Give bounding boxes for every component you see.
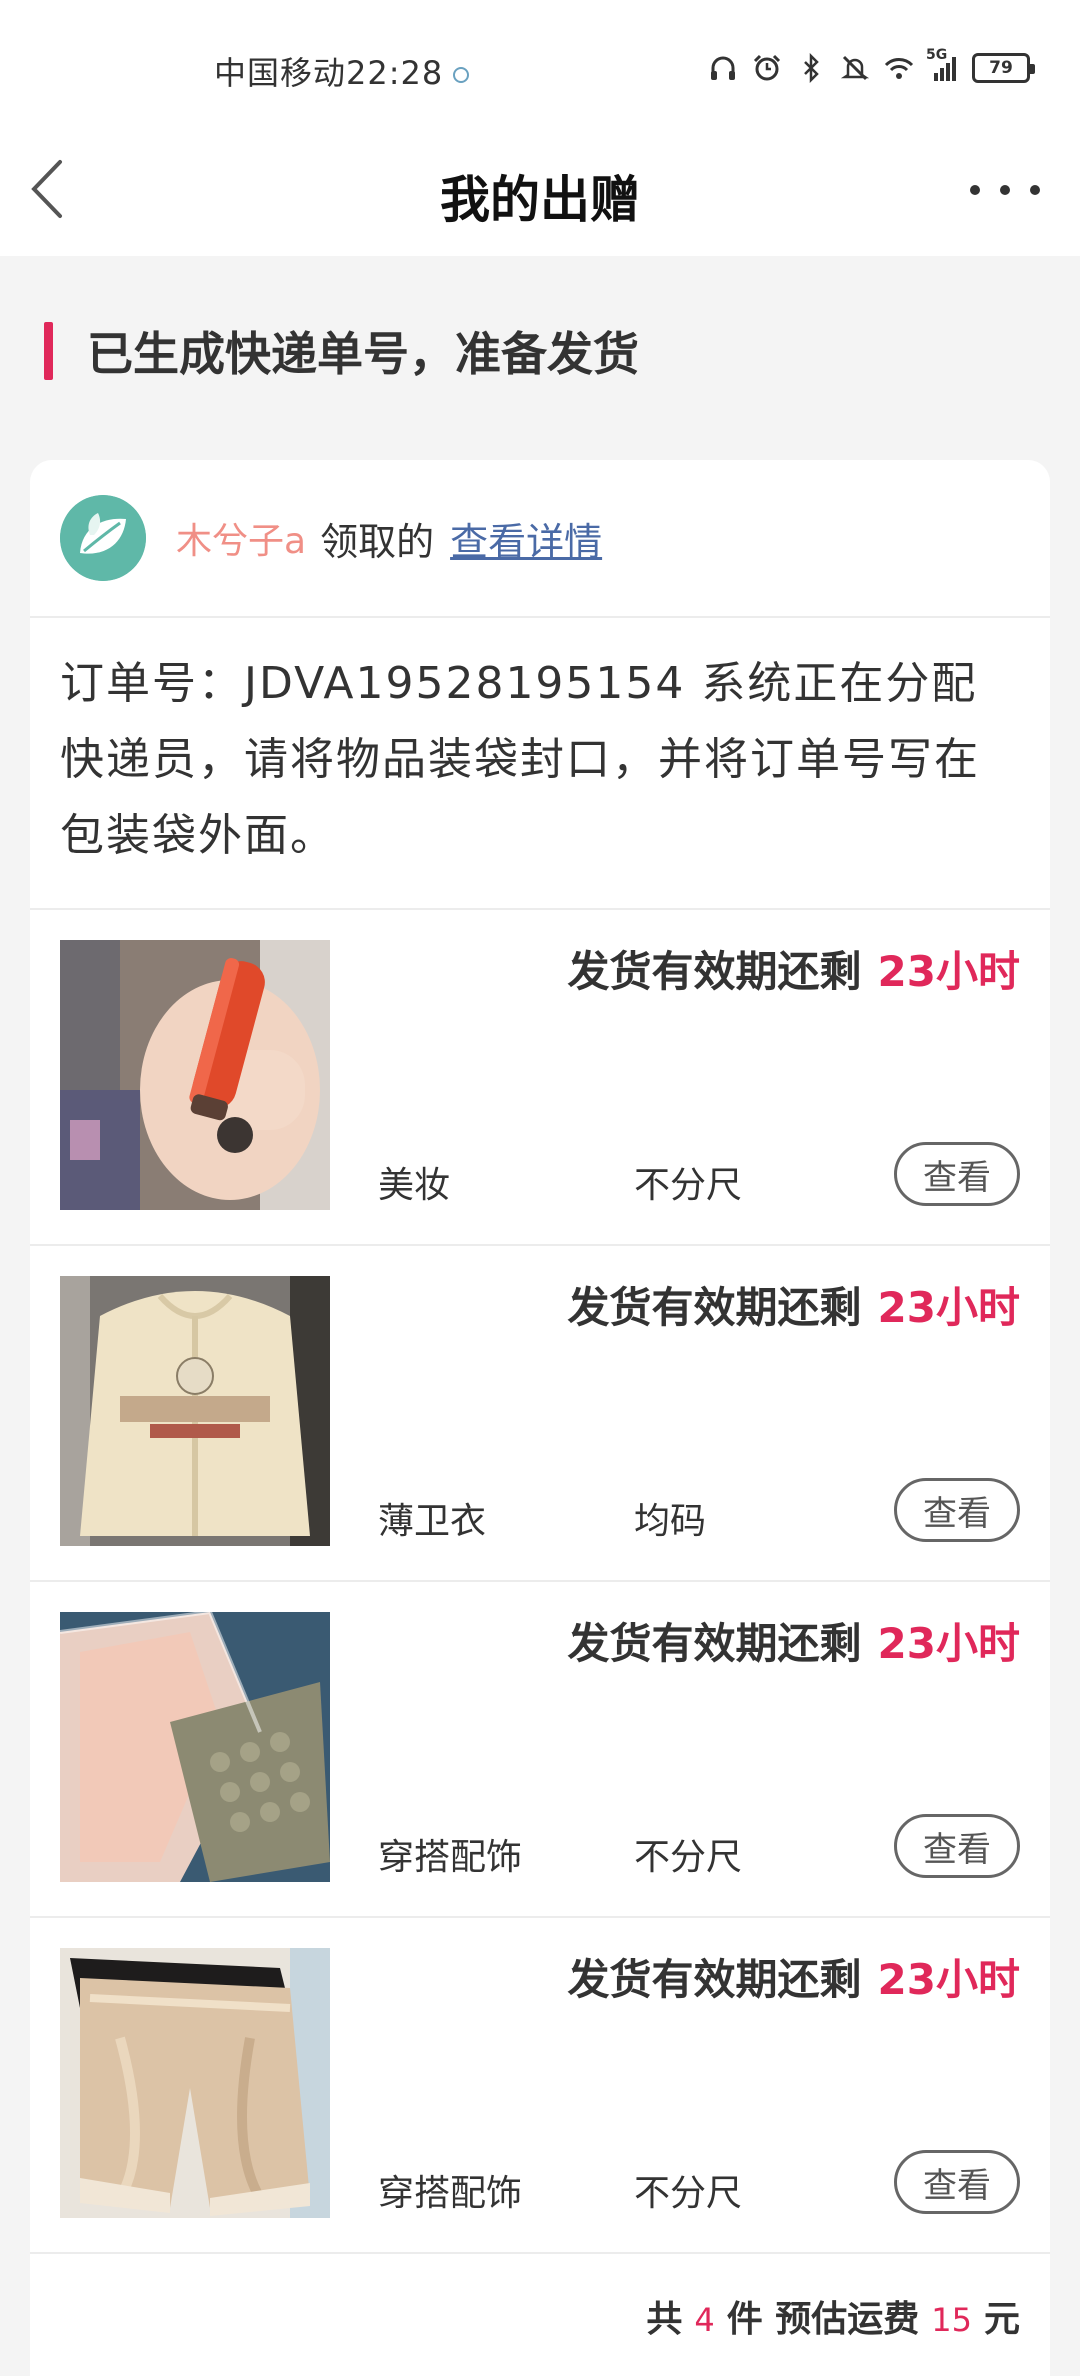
receiver-name[interactable]: 木兮子a <box>176 512 306 564</box>
avatar[interactable] <box>60 495 146 581</box>
list-item: 发货有效期还剩 23小时 穿搭配饰 不分尺 查看 <box>30 1918 1050 2254</box>
section-heading: 已生成快递单号，准备发货 <box>44 320 639 382</box>
wifi-icon <box>884 53 914 83</box>
accessories-photo <box>60 1612 330 1882</box>
item-category: 穿搭配饰 <box>378 2173 523 2214</box>
deadline-label: 发货有效期还剩 <box>567 947 862 996</box>
view-button[interactable]: 查看 <box>894 2150 1020 2214</box>
item-thumbnail[interactable] <box>60 1612 330 1882</box>
battery-icon: 79 <box>972 53 1035 83</box>
carrier-name: 中国移动 <box>214 54 347 92</box>
view-button[interactable]: 查看 <box>894 1478 1020 1542</box>
notification-icon <box>453 67 470 83</box>
leaf-icon <box>60 495 146 581</box>
status-time: 22:28 <box>346 54 444 92</box>
deadline-text: 发货有效期还剩 23小时 <box>568 938 1020 999</box>
hoodie-photo <box>60 1276 330 1546</box>
deadline-value: 23小时 <box>877 1955 1020 2004</box>
deadline-text: 发货有效期还剩 23小时 <box>568 1610 1020 1671</box>
headphones-icon <box>708 53 738 83</box>
bluetooth-icon <box>796 53 826 83</box>
view-details-link[interactable]: 查看详情 <box>450 511 602 566</box>
receiver-row: 木兮子a 领取的 查看详情 <box>30 460 1050 618</box>
summary-currency: 元 <box>983 2299 1020 2340</box>
deadline-value: 23小时 <box>877 1619 1020 1668</box>
network-type: 5G <box>926 47 948 63</box>
carrier-time: 中国移动22:28 <box>214 48 470 94</box>
list-item: 发货有效期还剩 23小时 美妆 不分尺 查看 <box>30 910 1050 1246</box>
order-card: 木兮子a 领取的 查看详情 订单号：JDVA19528195154 系统正在分配… <box>30 460 1050 2376</box>
dot-icon <box>1000 185 1010 195</box>
view-button[interactable]: 查看 <box>894 1814 1020 1878</box>
summary-fee: 15 <box>931 2301 972 2339</box>
item-size: 不分尺 <box>634 1165 743 1206</box>
list-item: 发货有效期还剩 23小时 穿搭配饰 不分尺 查看 <box>30 1582 1050 1918</box>
item-category: 薄卫衣 <box>378 1501 487 1542</box>
item-size: 均码 <box>634 1501 707 1542</box>
status-icons: 5G 79 <box>708 47 1035 88</box>
section-accent-bar <box>44 322 53 380</box>
more-options-button[interactable] <box>970 170 1040 210</box>
deadline-value: 23小时 <box>877 947 1020 996</box>
battery-level: 79 <box>989 58 1013 78</box>
item-thumbnail[interactable] <box>60 1276 330 1546</box>
status-bar: 中国移动22:28 5G 79 <box>0 0 1080 130</box>
item-category: 穿搭配饰 <box>378 1837 523 1878</box>
list-item: 发货有效期还剩 23小时 薄卫衣 均码 查看 <box>30 1246 1050 1582</box>
mute-icon <box>840 53 870 83</box>
summary-prefix: 共 <box>646 2299 683 2340</box>
lipstick-photo <box>60 940 330 1210</box>
dot-icon <box>1030 185 1040 195</box>
page-title: 我的出赠 <box>440 171 640 229</box>
item-size: 不分尺 <box>634 2173 743 2214</box>
order-note: 订单号：JDVA19528195154 系统正在分配快递员，请将物品装袋封口，并… <box>60 658 980 861</box>
app-header: 我的出赠 <box>0 130 1080 256</box>
shorts-photo <box>60 1948 330 2218</box>
deadline-label: 发货有效期还剩 <box>567 1283 862 1332</box>
item-thumbnail[interactable] <box>60 940 330 1210</box>
signal-icon: 5G <box>926 47 958 83</box>
summary-unit: 件 预估运费 <box>726 2299 920 2340</box>
deadline-text: 发货有效期还剩 23小时 <box>568 1946 1020 2007</box>
dot-icon <box>970 185 980 195</box>
receiver-action: 领取的 <box>320 519 435 564</box>
deadline-label: 发货有效期还剩 <box>567 1619 862 1668</box>
deadline-value: 23小时 <box>877 1283 1020 1332</box>
deadline-text: 发货有效期还剩 23小时 <box>568 1274 1020 1335</box>
view-button[interactable]: 查看 <box>894 1142 1020 1206</box>
item-size: 不分尺 <box>634 1837 743 1878</box>
item-category: 美妆 <box>378 1165 451 1206</box>
summary-count: 4 <box>694 2301 715 2339</box>
alarm-icon <box>752 53 782 83</box>
item-thumbnail[interactable] <box>60 1948 330 2218</box>
order-summary: 共4 件 预估运费 15 元 <box>646 2290 1020 2342</box>
section-title: 已生成快递单号，准备发货 <box>87 327 639 381</box>
deadline-label: 发货有效期还剩 <box>567 1955 862 2004</box>
